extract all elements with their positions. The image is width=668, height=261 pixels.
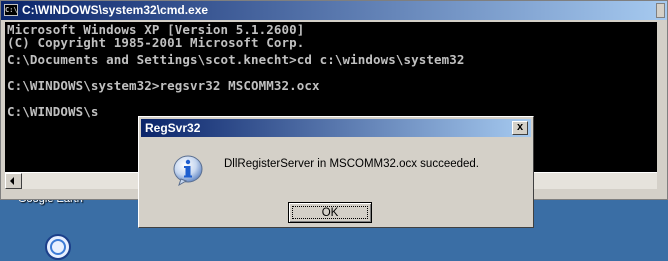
console-line: C:\WINDOWS\system32>regsvr32 MSCOMM32.oc… <box>7 78 320 93</box>
regsvr32-dialog: RegSvr32 x DllRegisterServer in MSCOMM32… <box>138 116 534 228</box>
ok-button-label: OK <box>321 206 339 219</box>
dialog-title: RegSvr32 <box>145 121 201 135</box>
info-icon <box>173 155 203 186</box>
scroll-left-button[interactable] <box>5 173 22 189</box>
console-line: C:\Documents and Settings\scot.knecht>cd… <box>7 52 465 67</box>
cmd-titlebar-button[interactable] <box>656 3 665 18</box>
cmd-window-title: C:\WINDOWS\system32\cmd.exe <box>22 3 209 17</box>
cmd-titlebar[interactable]: C:\ C:\WINDOWS\system32\cmd.exe <box>1 1 667 20</box>
dialog-titlebar[interactable]: RegSvr32 x <box>141 119 531 137</box>
dialog-message: DllRegisterServer in MSCOMM32.ocx succee… <box>224 158 480 170</box>
google-earth-icon[interactable] <box>44 233 72 261</box>
console-line: (C) Copyright 1985-2001 Microsoft Corp. <box>7 35 305 50</box>
console-line: C:\WINDOWS\s <box>7 104 99 119</box>
cmd-app-icon[interactable]: C:\ <box>4 4 18 16</box>
ok-button[interactable]: OK <box>288 202 372 223</box>
close-button[interactable]: x <box>512 121 528 135</box>
